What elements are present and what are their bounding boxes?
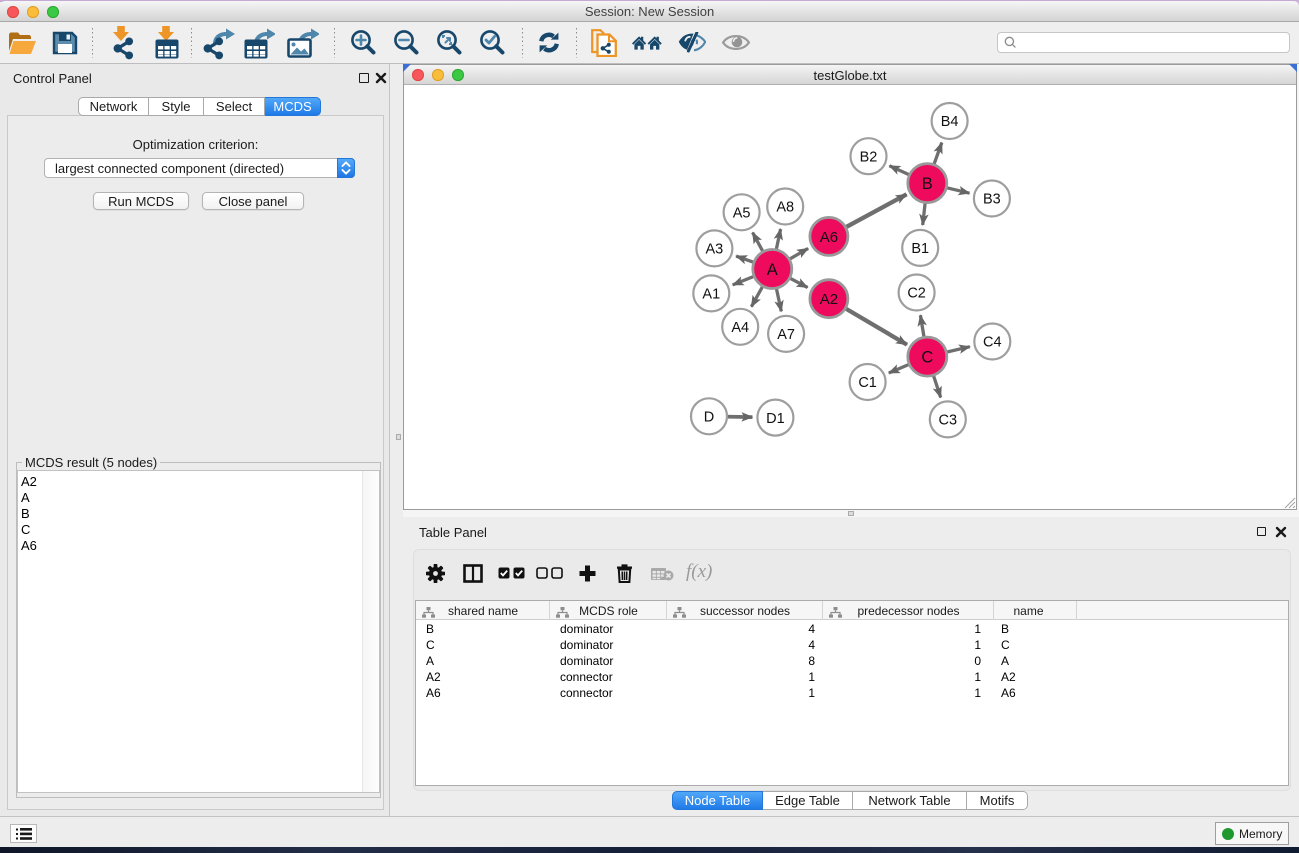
svg-text:C3: C3 xyxy=(939,413,958,429)
svg-text:A1: A1 xyxy=(702,287,720,303)
svg-text:A7: A7 xyxy=(777,327,795,343)
svg-text:B2: B2 xyxy=(860,149,878,165)
svg-text:D1: D1 xyxy=(766,411,785,427)
svg-text:A2: A2 xyxy=(820,291,838,308)
svg-text:C: C xyxy=(921,349,933,367)
svg-text:C2: C2 xyxy=(907,286,926,302)
svg-text:C1: C1 xyxy=(858,375,877,391)
svg-text:D: D xyxy=(704,410,714,426)
svg-text:A8: A8 xyxy=(776,200,794,216)
svg-text:A6: A6 xyxy=(820,229,838,246)
svg-text:A4: A4 xyxy=(731,320,749,336)
svg-text:C4: C4 xyxy=(983,335,1002,351)
svg-text:B4: B4 xyxy=(941,114,959,130)
svg-text:B: B xyxy=(922,175,933,193)
svg-text:A3: A3 xyxy=(706,242,724,258)
svg-text:A: A xyxy=(767,261,778,279)
svg-text:B1: B1 xyxy=(911,241,929,257)
svg-text:A5: A5 xyxy=(733,206,751,222)
svg-text:B3: B3 xyxy=(983,192,1001,208)
